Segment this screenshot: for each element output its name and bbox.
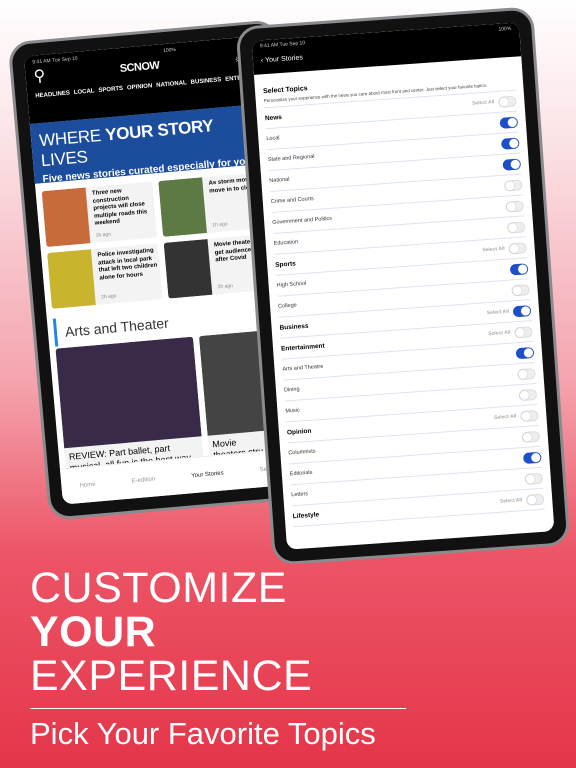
story-image bbox=[41, 187, 91, 248]
topic-label: College bbox=[277, 302, 297, 310]
nav-item[interactable]: NATIONAL bbox=[156, 80, 187, 89]
right-tablet: 9:41 AM Tue Sep 10 100% ‹ Your Stories Se… bbox=[235, 6, 571, 566]
select-all-label: Select All bbox=[488, 329, 511, 338]
topics-screen: 9:41 AM Tue Sep 10 100% ‹ Your Stories Se… bbox=[251, 22, 555, 550]
story-image bbox=[163, 239, 213, 299]
status-time: 9:41 AM Tue Sep 10 bbox=[259, 40, 306, 50]
topic-toggle[interactable] bbox=[522, 451, 542, 464]
topic-toggle[interactable] bbox=[524, 472, 544, 485]
topic-label: Arts and Theatre bbox=[282, 363, 324, 373]
topic-label: Entertainment bbox=[280, 342, 325, 353]
tab-home[interactable]: Home bbox=[79, 481, 95, 488]
topic-label: Columnists bbox=[288, 448, 316, 457]
logo[interactable]: SCNOW bbox=[119, 60, 160, 75]
topic-toggle[interactable] bbox=[509, 262, 529, 275]
topic-label: National bbox=[269, 176, 290, 185]
battery: 100% bbox=[162, 47, 177, 55]
topic-toggle[interactable] bbox=[502, 158, 522, 171]
select-all-label: Select All bbox=[493, 413, 517, 421]
topic-label: Opinion bbox=[286, 427, 312, 436]
topic-label: Education bbox=[273, 239, 299, 247]
topic-toggle[interactable] bbox=[508, 241, 527, 255]
topic-label: Crime and Courts bbox=[270, 196, 315, 206]
story-time: 1h ago bbox=[212, 220, 228, 229]
topic-label: Editorials bbox=[289, 469, 313, 478]
story-card[interactable]: Three new construction projects will clo… bbox=[41, 181, 158, 248]
search-icon[interactable]: ⚲ bbox=[33, 66, 46, 87]
nav-item[interactable]: LOCAL bbox=[74, 88, 95, 96]
story-time: 2h ago bbox=[100, 292, 117, 301]
story-title: Three new construction projects will clo… bbox=[91, 188, 148, 227]
story-title: Police investigating attack in local par… bbox=[97, 247, 158, 282]
topic-label: Lifestyle bbox=[292, 510, 320, 520]
topic-toggle[interactable] bbox=[503, 178, 523, 192]
select-all-label: Select All bbox=[499, 497, 523, 505]
select-all-label: Select All bbox=[471, 99, 495, 107]
topic-toggle[interactable] bbox=[511, 283, 530, 296]
tab-your-stories[interactable]: Your Stories bbox=[191, 470, 224, 479]
topic-label: Music bbox=[285, 407, 301, 415]
topic-label: Sports bbox=[274, 259, 297, 269]
topic-toggle[interactable] bbox=[512, 304, 532, 317]
topic-toggle[interactable] bbox=[519, 409, 539, 422]
story-image bbox=[47, 249, 96, 309]
story-image bbox=[158, 177, 207, 237]
story-image bbox=[55, 336, 202, 449]
topic-toggle[interactable] bbox=[518, 388, 538, 401]
select-all-label: Select All bbox=[482, 245, 505, 254]
nav-item[interactable]: BUSINESS bbox=[190, 77, 221, 86]
topic-toggle[interactable] bbox=[521, 430, 541, 443]
topic-toggle[interactable] bbox=[517, 367, 536, 380]
topic-toggle[interactable] bbox=[506, 220, 526, 234]
topic-label: Dining bbox=[283, 386, 300, 394]
battery: 100% bbox=[498, 25, 512, 33]
topic-label: Local bbox=[266, 135, 280, 143]
nav-item[interactable]: OPINION bbox=[127, 83, 153, 91]
select-all-label: Select All bbox=[486, 308, 510, 317]
story-card[interactable]: Police investigating attack in local par… bbox=[47, 243, 163, 309]
story-time: 1h ago bbox=[95, 231, 112, 239]
tab-e-edition[interactable]: E-edition bbox=[131, 476, 155, 484]
topic-toggle[interactable] bbox=[525, 493, 545, 506]
topic-label: High School bbox=[276, 280, 307, 289]
topic-toggle[interactable] bbox=[505, 199, 525, 213]
story-time: 2h ago bbox=[217, 282, 234, 291]
divider bbox=[30, 708, 406, 709]
promo-subtitle: Pick Your Favorite Topics bbox=[30, 716, 376, 751]
topic-label: News bbox=[264, 113, 283, 122]
topic-label: Business bbox=[279, 322, 309, 332]
topic-label: State and Regional bbox=[267, 153, 315, 164]
promo-headline: CUSTOMIZE YOUR EXPERIENCE bbox=[30, 564, 313, 700]
nav-item[interactable]: SPORTS bbox=[98, 86, 123, 94]
topic-toggle[interactable] bbox=[499, 116, 519, 129]
topic-label: Government and Politics bbox=[272, 215, 333, 226]
topic-toggle[interactable] bbox=[514, 325, 533, 338]
intro-title: Select Topics bbox=[262, 85, 308, 96]
topic-toggle[interactable] bbox=[500, 137, 520, 150]
topic-list: News Select All Local State and Regional Nat… bbox=[264, 90, 545, 528]
nav-item[interactable]: HEADLINES bbox=[35, 90, 70, 99]
topic-toggle[interactable] bbox=[515, 346, 535, 359]
topic-label: Letters bbox=[291, 491, 309, 499]
topic-toggle[interactable] bbox=[498, 95, 517, 108]
